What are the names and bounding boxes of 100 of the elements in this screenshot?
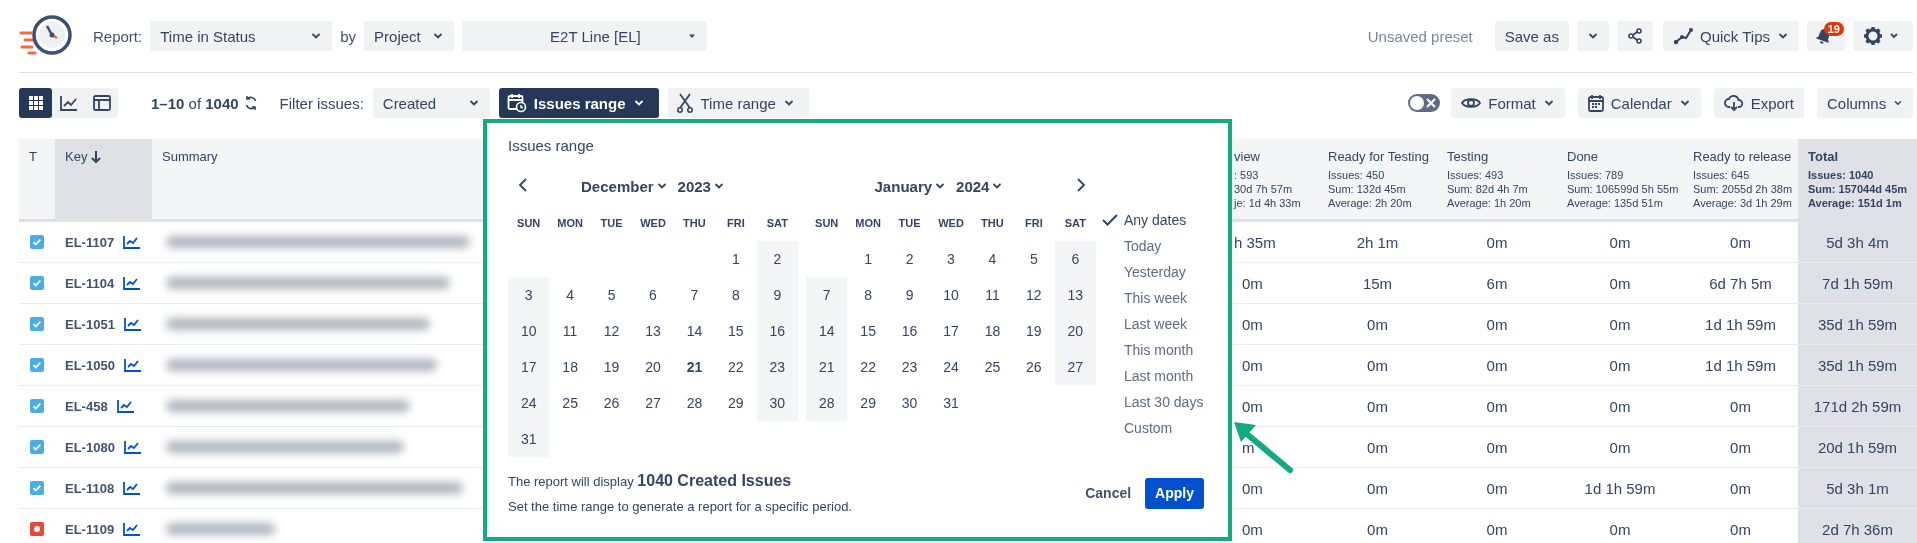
chart-icon[interactable] [123,358,142,372]
calendar-day[interactable]: 23 [769,359,786,375]
calendar-day[interactable]: 12 [603,323,620,339]
calendar-day[interactable]: 18 [562,359,578,375]
calendar-day[interactable]: 31 [943,395,959,411]
calendar-day[interactable]: 13 [645,323,661,339]
calendar-day[interactable]: 10 [520,323,537,339]
filter-select[interactable]: Created [372,88,490,118]
calendar-day[interactable]: 6 [1071,251,1080,267]
calendar-day[interactable]: 10 [943,287,959,303]
save-as-button[interactable]: Save as [1494,21,1569,51]
chart-icon[interactable] [123,481,142,495]
chart-icon[interactable] [123,440,142,454]
issue-key[interactable]: EL-1109 [65,521,115,537]
calendar-day[interactable]: 17 [943,323,959,339]
toggle-switch[interactable] [1408,94,1441,112]
calendar-day[interactable]: 9 [905,287,914,303]
issue-key[interactable]: EL-1107 [65,234,115,250]
column-header[interactable]: Total [1808,149,1839,164]
calendar-day[interactable]: 7 [690,287,699,303]
calendar-day[interactable]: 18 [984,323,1001,339]
calendar-day[interactable]: 11 [985,287,1000,303]
calendar-day[interactable]: 30 [769,395,786,411]
calendar-day[interactable]: 4 [566,287,575,303]
calendar-day[interactable]: 5 [607,287,616,303]
export-button[interactable]: Export [1713,88,1804,118]
apply-button[interactable]: Apply [1145,477,1204,509]
calendar-day[interactable]: 1 [864,251,873,267]
calendar-day[interactable]: 22 [728,359,744,375]
calendar-day[interactable]: 31 [520,431,537,447]
share-button[interactable] [1616,21,1653,51]
column-header[interactable]: Ready to release [1693,149,1792,164]
date-preset[interactable]: Custom [1124,420,1173,436]
calendar-day[interactable]: 13 [1067,287,1084,303]
calendar-day[interactable]: 26 [1026,359,1042,375]
calendar-day[interactable]: 23 [901,359,918,375]
issue-key[interactable]: EL-1104 [65,275,115,291]
chart-icon[interactable] [123,276,142,290]
column-header[interactable]: Testing [1447,149,1489,164]
calendar-day[interactable]: 19 [603,359,620,375]
issue-key[interactable]: EL-458 [65,398,108,414]
view-mode-button[interactable] [19,88,52,118]
calendar-day[interactable]: 21 [686,359,703,375]
report-select[interactable]: Time in Status [150,21,333,51]
calendar-day[interactable]: 20 [645,359,661,375]
calendar-day[interactable]: 20 [1067,323,1084,339]
date-preset[interactable]: This month [1124,342,1194,358]
calendar-day[interactable]: 17 [520,359,537,375]
year-select[interactable]: 2023 [677,177,725,195]
calendar-day[interactable]: 29 [728,395,744,411]
calendar-day[interactable]: 25 [984,359,1001,375]
month-select[interactable]: December [581,177,668,195]
issue-key[interactable]: EL-1080 [65,439,115,455]
chart-icon[interactable] [123,235,142,249]
calendar-day[interactable]: 12 [1026,287,1042,303]
column-header[interactable]: Done [1567,149,1599,164]
calendar-day[interactable]: 26 [603,395,620,411]
calendar-day[interactable]: 15 [860,323,876,339]
calendar-day[interactable]: 28 [686,395,703,411]
calendar-day[interactable]: 8 [731,287,740,303]
project-dropdown[interactable]: E2T Line [EL] [462,21,708,51]
calendar-button[interactable]: Calendar [1577,88,1701,118]
issue-key[interactable]: EL-1050 [65,357,115,373]
calendar-day[interactable]: 7 [822,287,831,303]
column-header[interactable]: Key [65,149,103,164]
calendar-day[interactable]: 15 [728,323,744,339]
group-by-select[interactable]: Project [364,21,455,51]
column-header[interactable]: Ready for Testing [1328,149,1429,164]
calendar-day[interactable]: 25 [562,395,578,411]
chart-icon[interactable] [123,522,142,536]
issues-range-button[interactable]: Issues range [498,88,659,118]
date-preset[interactable]: Last month [1124,368,1194,384]
column-header[interactable]: view [1234,149,1260,164]
calendar-day[interactable]: 1 [731,251,740,267]
calendar-day[interactable]: 14 [818,323,835,339]
issue-key[interactable]: EL-1051 [65,316,115,332]
calendar-day[interactable]: 14 [686,323,703,339]
calendar-day[interactable]: 22 [860,359,876,375]
calendar-day[interactable]: 2 [905,251,914,267]
calendar-day[interactable]: 21 [818,359,835,375]
columns-button[interactable]: Columns [1817,88,1913,118]
column-header[interactable]: Summary [162,149,218,164]
notifications-button[interactable]: 19 [1807,21,1845,51]
quick-tips-button[interactable]: Quick Tips [1662,21,1799,51]
calendar-day[interactable]: 27 [645,395,661,411]
calendar-day[interactable]: 19 [1026,323,1042,339]
calendar-day[interactable]: 6 [649,287,657,303]
date-preset[interactable]: Any dates [1124,212,1187,228]
chart-icon[interactable] [116,399,135,413]
calendar-day[interactable]: 8 [864,287,873,303]
date-preset[interactable]: Yesterday [1124,264,1186,280]
date-preset[interactable]: Last week [1124,316,1188,332]
column-header[interactable]: T [29,149,37,164]
calendar-day[interactable]: 11 [562,323,578,339]
month-select[interactable]: January [874,177,947,195]
calendar-day[interactable]: 9 [773,287,782,303]
calendar-day[interactable]: 3 [947,251,955,267]
cancel-button[interactable]: Cancel [1081,479,1136,507]
calendar-day[interactable]: 28 [818,395,835,411]
date-preset[interactable]: Last 30 days [1124,394,1204,410]
